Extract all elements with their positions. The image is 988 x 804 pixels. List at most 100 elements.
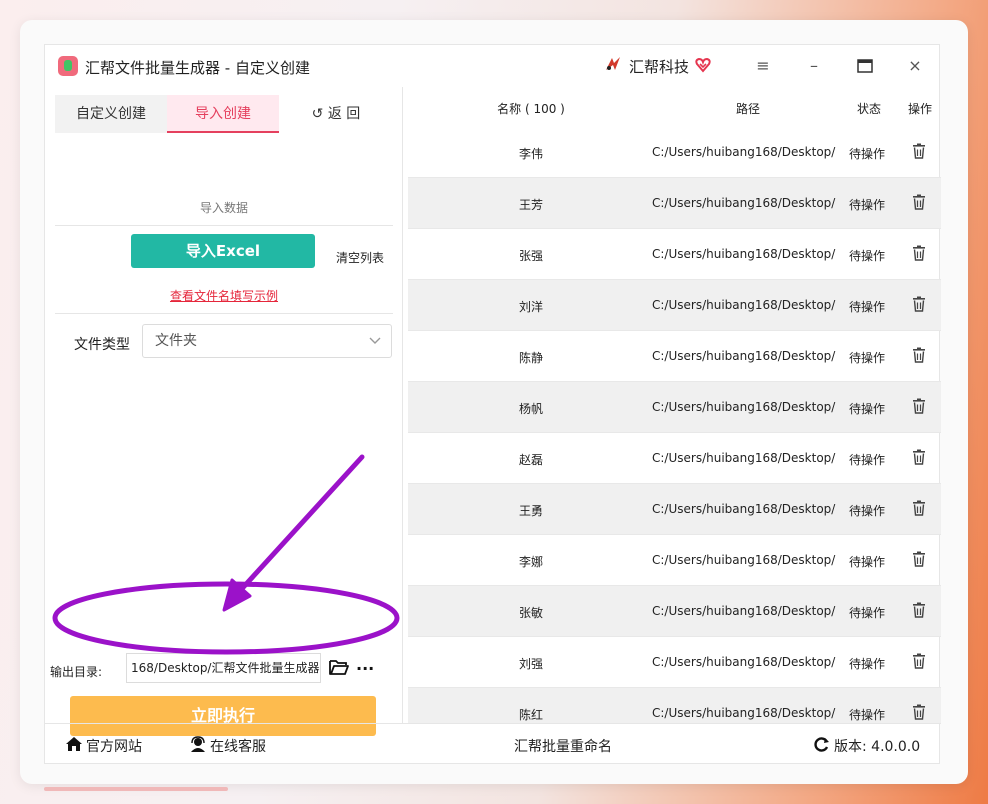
row-path: C:/Users/huibang168/Desktop/: [652, 298, 836, 312]
back-button[interactable]: ↺ 返 回: [279, 95, 393, 133]
row-name: 王芳: [518, 198, 543, 212]
file-type-label: 文件类型: [74, 337, 130, 353]
row-path: C:/Users/huibang168/Desktop/: [652, 706, 836, 720]
online-support-link[interactable]: 在线客服: [189, 736, 266, 756]
row-path: C:/Users/huibang168/Desktop/: [652, 145, 836, 159]
row-status: 待操作: [849, 249, 886, 263]
row-path: C:/Users/huibang168/Desktop/: [652, 349, 836, 363]
row-name: 刘强: [518, 657, 543, 671]
version-info[interactable]: 版本: 4.0.0.0: [813, 736, 920, 756]
trash-icon[interactable]: [912, 449, 926, 465]
close-icon[interactable]: ×: [903, 55, 927, 77]
table-header: 名称 ( 100 ) 路径 状态 操作: [408, 87, 941, 127]
row-name: 王勇: [518, 504, 543, 518]
trash-icon[interactable]: [912, 194, 926, 210]
row-status: 待操作: [849, 606, 886, 620]
brand-logo-icon: [603, 54, 623, 79]
more-options-icon[interactable]: ···: [356, 659, 374, 678]
section-label: 导入数据: [199, 201, 248, 215]
table-row[interactable]: 李伟 C:/Users/huibang168/Desktop/待操作: [408, 127, 941, 178]
row-path: C:/Users/huibang168/Desktop/: [652, 247, 836, 261]
trash-icon[interactable]: [912, 602, 926, 618]
version-label: 版本: 4.0.0.0: [834, 739, 921, 755]
chevron-down-icon: [369, 325, 381, 369]
support-agent-icon: [189, 736, 207, 756]
row-name: 李伟: [518, 147, 543, 161]
table-row[interactable]: 李娜 C:/Users/huibang168/Desktop/待操作: [408, 535, 941, 586]
row-status: 待操作: [849, 504, 886, 518]
file-type-select[interactable]: 文件夹: [142, 324, 392, 358]
header-action: 操作: [907, 102, 932, 116]
online-support-label: 在线客服: [210, 739, 266, 755]
trash-icon[interactable]: [912, 500, 926, 516]
row-status: 待操作: [849, 555, 886, 569]
output-dir-input[interactable]: 168/Desktop/汇帮文件批量生成器: [126, 653, 321, 683]
file-table: 名称 ( 100 ) 路径 状态 操作 李伟 C:/Users/huibang16…: [408, 87, 941, 723]
row-path: C:/Users/huibang168/Desktop/: [652, 655, 836, 669]
trash-icon[interactable]: [912, 704, 926, 720]
window-title: 汇帮文件批量生成器 - 自定义创建: [85, 59, 310, 77]
maximize-icon[interactable]: [853, 55, 877, 77]
row-status: 待操作: [849, 708, 886, 722]
table-row[interactable]: 刘洋 C:/Users/huibang168/Desktop/待操作: [408, 280, 941, 331]
trash-icon[interactable]: [912, 653, 926, 669]
divider: [55, 225, 393, 226]
row-name: 杨帆: [518, 402, 543, 416]
row-status: 待操作: [849, 657, 886, 671]
row-path: C:/Users/huibang168/Desktop/: [652, 604, 836, 618]
hamburger-menu-icon[interactable]: ≡: [751, 55, 775, 77]
row-name: 张敏: [518, 606, 543, 620]
table-row[interactable]: 张敏 C:/Users/huibang168/Desktop/待操作: [408, 586, 941, 637]
import-excel-button[interactable]: 导入Excel: [131, 234, 315, 268]
row-name: 刘洋: [518, 300, 543, 314]
tab-custom-create[interactable]: 自定义创建: [55, 95, 167, 133]
tab-import-create[interactable]: 导入创建: [167, 95, 279, 133]
trash-icon[interactable]: [912, 245, 926, 261]
row-status: 待操作: [849, 402, 886, 416]
output-dir-label: 输出目录:: [50, 665, 103, 679]
header-path: 路径: [735, 102, 760, 116]
refresh-icon: [813, 736, 831, 756]
row-status: 待操作: [849, 300, 886, 314]
bottom-accent-bar: [44, 787, 228, 791]
official-website-link[interactable]: 官方网站: [65, 736, 142, 756]
brand-name: 汇帮科技: [629, 58, 690, 76]
trash-icon[interactable]: [912, 347, 926, 363]
table-row[interactable]: 王芳 C:/Users/huibang168/Desktop/待操作: [408, 178, 941, 229]
header-status: 状态: [856, 102, 881, 116]
clear-list-button[interactable]: 清空列表: [336, 249, 384, 266]
trash-icon[interactable]: [912, 398, 926, 414]
table-row[interactable]: 张强 C:/Users/huibang168/Desktop/待操作: [408, 229, 941, 280]
home-icon: [65, 736, 83, 756]
row-status: 待操作: [849, 351, 886, 365]
minimize-icon[interactable]: –: [802, 55, 826, 77]
folder-open-icon[interactable]: [328, 656, 350, 678]
row-path: C:/Users/huibang168/Desktop/: [652, 553, 836, 567]
row-path: C:/Users/huibang168/Desktop/: [652, 451, 836, 465]
row-name: 陈红: [518, 708, 543, 722]
table-row[interactable]: 陈红 C:/Users/huibang168/Desktop/待操作: [408, 688, 941, 723]
table-row[interactable]: 赵磊 C:/Users/huibang168/Desktop/待操作: [408, 433, 941, 484]
row-status: 待操作: [849, 453, 886, 467]
app-logo-icon: [58, 56, 78, 76]
row-path: C:/Users/huibang168/Desktop/: [652, 502, 836, 516]
app-window: 汇帮文件批量生成器 - 自定义创建 汇帮科技 ≡ – × 自定义创建 导入创建 …: [44, 44, 941, 764]
table-row[interactable]: 刘强 C:/Users/huibang168/Desktop/待操作: [408, 637, 941, 688]
row-name: 赵磊: [518, 453, 543, 467]
row-name: 李娜: [518, 555, 543, 569]
table-row[interactable]: 杨帆 C:/Users/huibang168/Desktop/待操作: [408, 382, 941, 433]
trash-icon[interactable]: [912, 143, 926, 159]
row-path: C:/Users/huibang168/Desktop/: [652, 196, 836, 210]
trash-icon[interactable]: [912, 551, 926, 567]
left-panel: 自定义创建 导入创建 ↺ 返 回 导入数据 导入Excel 清空列表 查看文件名…: [45, 87, 403, 736]
trash-icon[interactable]: [912, 296, 926, 312]
example-link[interactable]: 查看文件名填写示例: [45, 287, 403, 304]
official-website-label: 官方网站: [86, 739, 142, 755]
header-name: 名称 ( 100 ): [497, 102, 565, 116]
divider: [55, 313, 393, 314]
row-status: 待操作: [849, 147, 886, 161]
row-name: 张强: [518, 249, 543, 263]
table-row[interactable]: 陈静 C:/Users/huibang168/Desktop/待操作: [408, 331, 941, 382]
table-row[interactable]: 王勇 C:/Users/huibang168/Desktop/待操作: [408, 484, 941, 535]
brand-area: 汇帮科技: [603, 54, 711, 79]
